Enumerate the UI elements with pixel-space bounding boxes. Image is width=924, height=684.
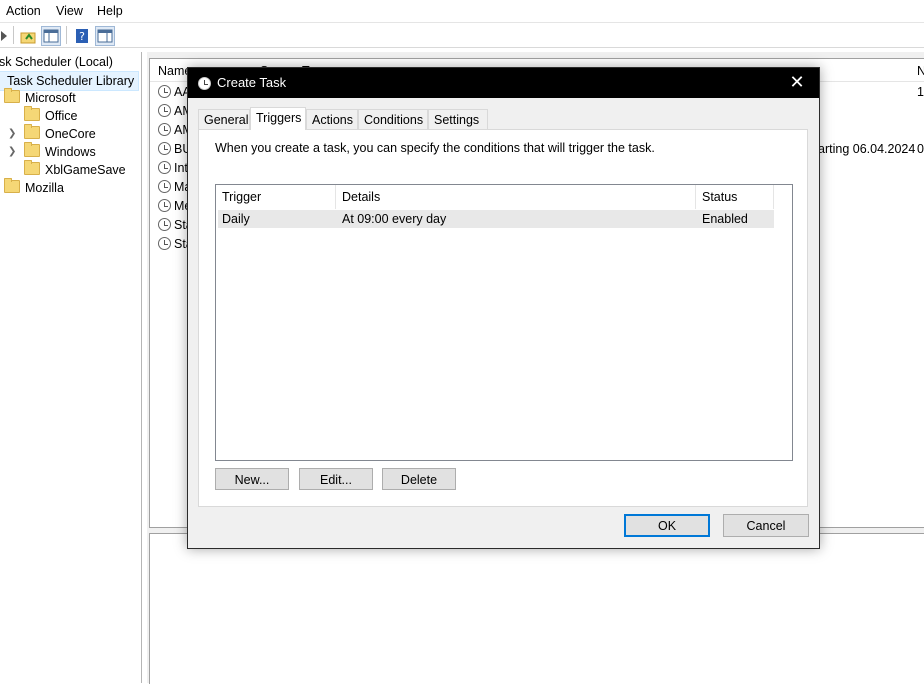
close-icon[interactable]: ✕ — [775, 68, 819, 98]
triggers-panel: When you create a task, you can specify … — [198, 129, 808, 507]
dialog-titlebar[interactable]: Create Task ✕ — [188, 68, 819, 98]
tree-item-office[interactable]: Office — [24, 106, 77, 125]
tree-item-root[interactable]: sk Scheduler (Local) — [0, 53, 113, 71]
create-task-dialog: Create Task ✕ General Triggers Actions C… — [187, 67, 820, 549]
folder-icon — [4, 178, 20, 193]
tab-general[interactable]: General — [198, 109, 250, 129]
task-details-pane — [149, 533, 924, 684]
trigger-list[interactable]: Trigger Details Status Daily At 09:00 ev… — [215, 184, 793, 461]
menu-bar: Action View Help — [0, 0, 924, 23]
clock-icon — [158, 180, 171, 193]
dialog-title: Create Task — [217, 75, 287, 90]
show-hide-tree-icon[interactable] — [41, 26, 61, 46]
column-next[interactable]: N — [917, 64, 924, 78]
svg-text:?: ? — [79, 30, 85, 43]
chevron-right-icon[interactable]: ❯ — [8, 128, 16, 139]
trigger-list-header: Trigger Details Status — [216, 185, 774, 209]
column-trigger[interactable]: Trigger — [216, 185, 336, 209]
show-action-pane-icon[interactable] — [95, 26, 115, 46]
tab-settings[interactable]: Settings — [428, 109, 488, 129]
clock-icon — [158, 123, 171, 136]
clock-icon — [158, 199, 171, 212]
table-row[interactable]: AA — [158, 83, 191, 102]
tree-item-library[interactable]: Task Scheduler Library — [0, 71, 140, 91]
menu-action[interactable]: Action — [6, 4, 41, 18]
up-folder-icon[interactable] — [18, 26, 38, 46]
column-details[interactable]: Details — [336, 185, 696, 209]
tree-item-windows[interactable]: Windows — [24, 142, 96, 161]
folder-icon — [24, 160, 40, 175]
delete-trigger-button[interactable]: Delete — [382, 468, 456, 490]
folder-icon — [4, 88, 20, 103]
toolbar-separator — [66, 26, 67, 44]
ok-button[interactable]: OK — [624, 514, 710, 537]
edit-trigger-button[interactable]: Edit... — [299, 468, 373, 490]
folder-icon — [24, 124, 40, 139]
row-trigger-text: arting 06.04.2024 — [818, 142, 916, 156]
trigger-type: Daily — [222, 212, 250, 226]
clock-icon — [158, 142, 171, 155]
tab-actions[interactable]: Actions — [306, 109, 358, 129]
folder-icon — [24, 106, 40, 121]
clock-icon — [158, 85, 171, 98]
folder-icon — [24, 142, 40, 157]
menu-help[interactable]: Help — [97, 4, 123, 18]
clock-icon — [198, 77, 211, 90]
tab-conditions[interactable]: Conditions — [358, 109, 428, 129]
tree-item-xblgamesave[interactable]: XblGameSave — [24, 160, 126, 179]
help-icon[interactable]: ? — [72, 26, 92, 46]
forward-icon[interactable] — [0, 26, 14, 46]
toolbar: ? — [0, 23, 924, 48]
tab-triggers[interactable]: Triggers — [250, 107, 306, 130]
chevron-right-icon[interactable]: ❯ — [8, 146, 16, 157]
trigger-status: Enabled — [702, 212, 748, 226]
tree-pane: sk Scheduler (Local) Task Scheduler Libr… — [0, 52, 142, 683]
row-next-run: 0 — [917, 142, 924, 156]
trigger-details: At 09:00 every day — [342, 212, 447, 226]
tree-item-mozilla[interactable]: Mozilla — [4, 178, 64, 197]
new-trigger-button[interactable]: New... — [215, 468, 289, 490]
menu-view[interactable]: View — [56, 4, 83, 18]
tree-item-onecore[interactable]: OneCore — [24, 124, 96, 143]
row-next-run: 1 — [917, 85, 924, 99]
clock-icon — [158, 218, 171, 231]
triggers-description: When you create a task, you can specify … — [215, 141, 655, 155]
clock-icon — [158, 161, 171, 174]
tree-item-microsoft[interactable]: Microsoft — [4, 88, 76, 107]
clock-icon — [158, 104, 171, 117]
toolbar-separator — [13, 26, 14, 44]
trigger-row[interactable]: Daily At 09:00 every day Enabled — [218, 210, 774, 228]
clock-icon — [158, 237, 171, 250]
table-row[interactable]: Int — [158, 159, 188, 178]
column-status[interactable]: Status — [696, 185, 774, 209]
cancel-button[interactable]: Cancel — [723, 514, 809, 537]
